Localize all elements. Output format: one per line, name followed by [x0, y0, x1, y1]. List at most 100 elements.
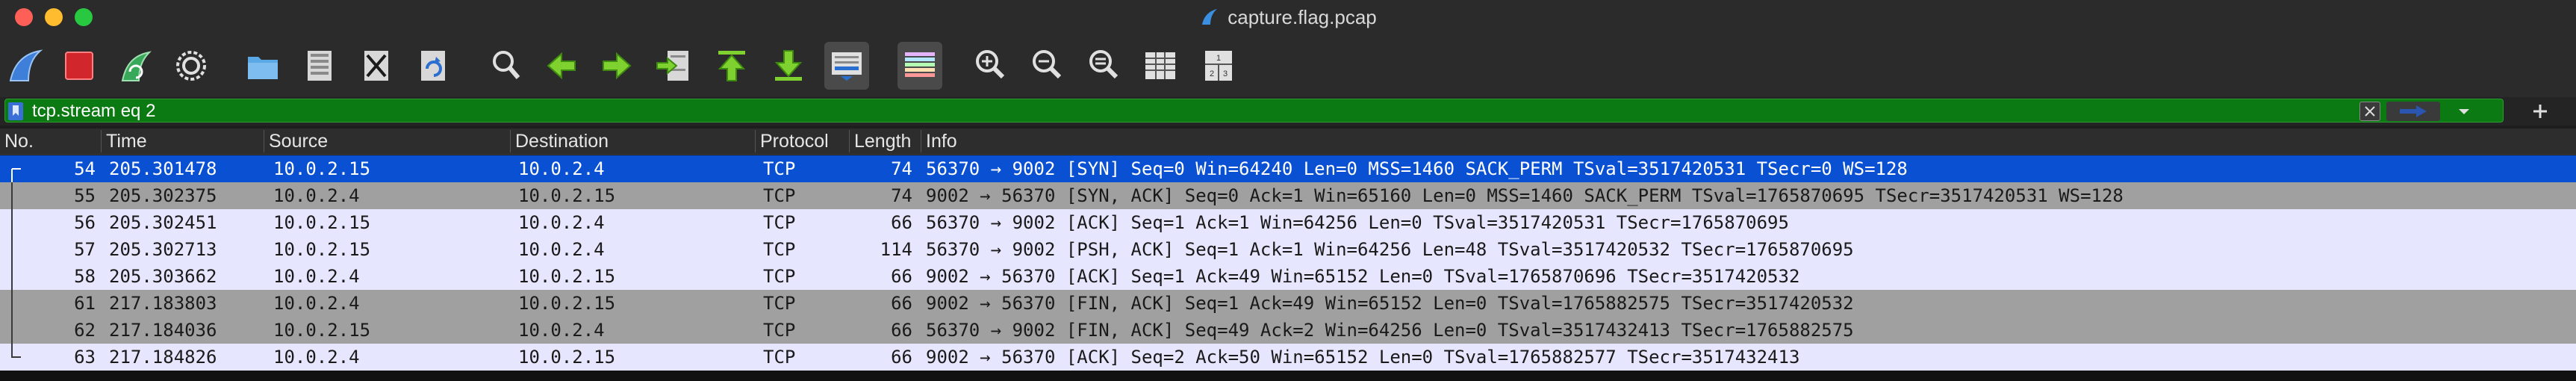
packet-protocol: TCP	[763, 158, 796, 179]
packet-row[interactable]: 61 217.183803 10.0.2.4 10.0.2.15 TCP 66 …	[0, 290, 2576, 317]
packet-source: 10.0.2.4	[273, 266, 360, 287]
apply-filter-button[interactable]	[2386, 102, 2440, 121]
go-to-packet-button[interactable]	[651, 42, 696, 90]
bookmark-icon[interactable]	[8, 102, 23, 120]
display-filter-text[interactable]: tcp.stream eq 2	[32, 101, 155, 122]
save-file-icon	[308, 51, 332, 81]
minimize-window-button[interactable]	[45, 8, 63, 26]
main-toolbar: 1 2 3	[0, 34, 2576, 97]
open-folder-icon	[248, 57, 278, 79]
packet-number: 57	[74, 239, 96, 260]
go-forward-button[interactable]	[594, 42, 639, 90]
capture-options-button[interactable]	[169, 42, 214, 90]
last-packet-button[interactable]	[766, 42, 811, 90]
packet-row[interactable]: 62 217.184036 10.0.2.15 10.0.2.4 TCP 66 …	[0, 317, 2576, 344]
packet-length: 74	[891, 185, 912, 206]
first-packet-button[interactable]	[709, 42, 754, 90]
packet-source: 10.0.2.15	[273, 320, 371, 341]
packet-length: 66	[891, 293, 912, 314]
wireshark-file-icon	[1202, 9, 1218, 25]
packet-destination: 10.0.2.15	[518, 293, 616, 314]
packet-protocol: TCP	[763, 266, 796, 287]
go-back-button[interactable]	[539, 42, 584, 90]
clear-filter-button[interactable]	[2359, 102, 2380, 121]
colorize-button[interactable]	[897, 42, 942, 90]
column-header-source[interactable]: Source	[264, 130, 511, 152]
zoom-in-icon	[976, 50, 1005, 79]
packet-destination: 10.0.2.4	[518, 212, 605, 233]
go-to-packet-icon	[656, 51, 688, 81]
packet-row[interactable]: 58 205.303662 10.0.2.4 10.0.2.15 TCP 66 …	[0, 263, 2576, 290]
packet-source: 10.0.2.15	[273, 239, 371, 260]
open-file-button[interactable]	[240, 42, 285, 90]
close-file-button[interactable]	[354, 42, 399, 90]
packet-row[interactable]: 54 205.301478 10.0.2.15 10.0.2.4 TCP 74 …	[0, 155, 2576, 182]
packet-destination: 10.0.2.4	[518, 239, 605, 260]
packet-row[interactable]: 57 205.302713 10.0.2.15 10.0.2.4 TCP 114…	[0, 236, 2576, 263]
packet-time: 205.302375	[109, 185, 217, 206]
window-controls	[15, 8, 93, 26]
stop-capture-button[interactable]	[57, 42, 102, 90]
column-header-info[interactable]: Info	[921, 130, 2576, 152]
restart-capture-icon	[121, 51, 152, 81]
packet-length: 74	[891, 158, 912, 179]
layout-icon: 1 2 3	[1205, 51, 1232, 81]
restart-capture-button[interactable]	[113, 42, 158, 90]
packet-row[interactable]: 56 205.302451 10.0.2.15 10.0.2.4 TCP 66 …	[0, 209, 2576, 236]
packet-destination: 10.0.2.15	[518, 266, 616, 287]
packet-length: 66	[891, 212, 912, 233]
packet-destination: 10.0.2.15	[518, 347, 616, 368]
column-header-protocol[interactable]: Protocol	[756, 130, 850, 152]
packet-protocol: TCP	[763, 347, 796, 368]
packet-length: 114	[880, 239, 912, 260]
packet-protocol: TCP	[763, 239, 796, 260]
last-packet-icon	[774, 50, 803, 81]
arrow-right-icon	[2400, 105, 2427, 117]
packet-number: 54	[74, 158, 96, 179]
packet-length: 66	[891, 266, 912, 287]
packet-info: 9002 → 56370 [ACK] Seq=2 Ack=50 Win=6515…	[926, 347, 1800, 368]
packet-rows: 54 205.301478 10.0.2.15 10.0.2.4 TCP 74 …	[0, 155, 2576, 371]
packet-source: 10.0.2.15	[273, 212, 371, 233]
plus-icon	[2533, 105, 2547, 118]
packet-row[interactable]: 63 217.184826 10.0.2.4 10.0.2.15 TCP 66 …	[0, 344, 2576, 371]
find-packet-icon	[493, 51, 520, 79]
recent-filters-dropdown[interactable]	[2449, 102, 2479, 121]
normal-size-button[interactable]	[1081, 42, 1126, 90]
packet-time: 217.184036	[109, 320, 217, 341]
column-header-length[interactable]: Length	[850, 130, 921, 152]
packet-destination: 10.0.2.4	[518, 320, 605, 341]
packet-info: 56370 → 9002 [ACK] Seq=1 Ack=1 Win=64256…	[926, 212, 1789, 233]
close-window-button[interactable]	[15, 8, 33, 26]
packet-source: 10.0.2.4	[273, 293, 360, 314]
start-capture-button[interactable]	[3, 42, 48, 90]
column-header-time[interactable]: Time	[102, 130, 264, 152]
zoom-in-button[interactable]	[968, 42, 1012, 90]
zoom-out-button[interactable]	[1024, 42, 1069, 90]
save-file-button[interactable]	[297, 42, 342, 90]
find-packet-button[interactable]	[484, 42, 529, 90]
resize-columns-button[interactable]	[1138, 42, 1183, 90]
packet-row[interactable]: 55 205.302375 10.0.2.4 10.0.2.15 TCP 74 …	[0, 182, 2576, 209]
autoscroll-button[interactable]	[824, 42, 869, 90]
display-filter-input[interactable]: tcp.stream eq 2	[4, 99, 2504, 123]
zoom-window-button[interactable]	[75, 8, 93, 26]
column-header-no[interactable]: No.	[0, 130, 102, 152]
packet-length: 66	[891, 320, 912, 341]
add-filter-button[interactable]	[2525, 97, 2555, 126]
svg-text:1: 1	[1216, 54, 1221, 63]
svg-text:3: 3	[1223, 69, 1228, 78]
packet-details-divider[interactable]	[0, 371, 2576, 381]
reload-file-button[interactable]	[411, 42, 455, 90]
packet-number: 61	[74, 293, 96, 314]
zoom-out-icon	[1033, 50, 1062, 79]
packet-number: 63	[74, 347, 96, 368]
chevron-down-icon	[2459, 109, 2469, 114]
display-filter-bar: tcp.stream eq 2	[0, 97, 2576, 126]
packet-protocol: TCP	[763, 185, 796, 206]
stop-capture-icon	[65, 52, 93, 80]
packet-length: 66	[891, 347, 912, 368]
layout-button[interactable]: 1 2 3	[1196, 42, 1241, 90]
column-header-destination[interactable]: Destination	[511, 130, 756, 152]
packet-source: 10.0.2.15	[273, 158, 371, 179]
